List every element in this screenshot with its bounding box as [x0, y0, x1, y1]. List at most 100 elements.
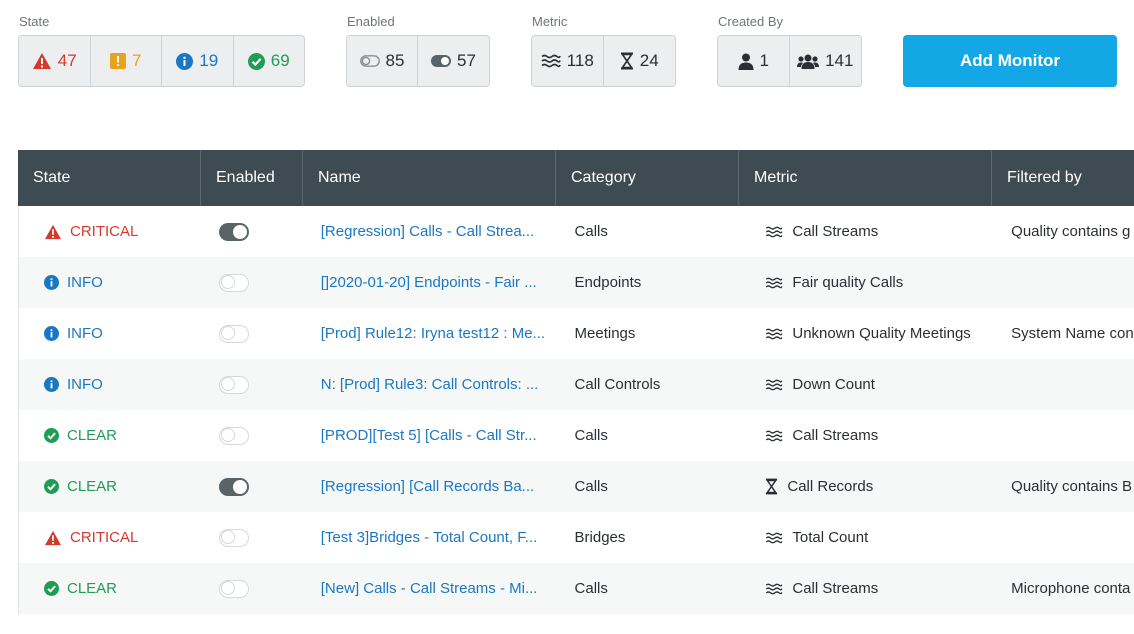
user-icon — [738, 53, 754, 70]
state-label: CLEAR — [67, 580, 118, 597]
enabled-toggle[interactable] — [218, 528, 249, 547]
enabled-toggle[interactable] — [218, 222, 249, 241]
metric-cell: Call Records — [739, 461, 992, 512]
enabled-filter-title: Enabled — [347, 14, 395, 29]
metric-cell: Unknown Quality Meetings — [739, 308, 992, 359]
column-header-state[interactable]: State — [18, 150, 201, 206]
toggle-knob — [220, 581, 235, 595]
monitor-name-link[interactable]: [Regression] Calls - Call Strea... — [321, 223, 534, 240]
name-cell: []2020-01-20] Endpoints - Fair ... — [304, 257, 557, 308]
monitor-name-link[interactable]: [Test 3]Bridges - Total Count, F... — [321, 529, 538, 546]
add-monitor-button[interactable]: Add Monitor — [903, 35, 1117, 87]
table-row[interactable]: CLEAR [Regression] [Call Records Ba... Cal… — [18, 461, 1134, 512]
enabled-cell — [202, 410, 304, 461]
enabled-cell — [202, 206, 304, 257]
name-cell: [Regression] [Call Records Ba... — [304, 461, 557, 512]
waves-icon — [765, 532, 783, 544]
metric-filter-group: Metric 118 24 — [531, 13, 676, 87]
column-header-filtered-by[interactable]: Filtered by — [992, 150, 1134, 206]
column-header-category[interactable]: Category — [556, 150, 739, 206]
created-by-filter-group: Created By 1 141 — [717, 13, 862, 87]
toggle-knob — [220, 428, 235, 442]
info-circle-icon — [44, 326, 59, 341]
category-cell: Bridges — [574, 529, 626, 546]
created-by-filter-all[interactable]: 141 — [790, 36, 862, 86]
enabled-toggle[interactable] — [218, 426, 249, 445]
enabled-toggle[interactable] — [218, 324, 249, 343]
toggle-knob — [220, 275, 235, 289]
enabled-filter-off[interactable]: 85 — [347, 36, 418, 86]
name-cell: N: [Prod] Rule3: Call Controls: ... — [304, 359, 557, 410]
metric-label: Unknown Quality Meetings — [792, 325, 971, 342]
metric-filter-count[interactable]: 24 — [604, 36, 676, 86]
table-row[interactable]: CRITICAL [Regression] Calls - Call Strea.… — [18, 206, 1134, 257]
table-row[interactable]: CLEAR [PROD][Test 5] [Calls - Call Str...… — [18, 410, 1134, 461]
table-row[interactable]: INFO N: [Prod] Rule3: Call Controls: ... C… — [18, 359, 1134, 410]
table-header: State Enabled Name Category Metric Filte… — [18, 150, 1134, 206]
toggle-off-icon — [359, 55, 380, 67]
category-cell: Call Controls — [574, 376, 661, 393]
toggle-knob — [232, 479, 247, 494]
metric-cell: Total Count — [739, 512, 992, 563]
column-header-enabled[interactable]: Enabled — [201, 150, 303, 206]
waves-icon — [765, 226, 783, 238]
warning-triangle-icon — [44, 530, 62, 546]
table-row[interactable]: INFO [Prod] Rule12: Iryna test12 : Me... M… — [18, 308, 1134, 359]
enabled-cell — [202, 257, 304, 308]
state-cell: CLEAR — [19, 410, 202, 461]
monitor-name-link[interactable]: [Prod] Rule12: Iryna test12 : Me... — [321, 325, 545, 342]
metric-filter-count-count: 24 — [639, 51, 659, 70]
filtered-by-cell: System Name con — [1011, 325, 1134, 342]
monitor-name-link[interactable]: []2020-01-20] Endpoints - Fair ... — [321, 274, 537, 291]
state-filter-clear[interactable]: 69 — [234, 36, 305, 86]
table-row[interactable]: INFO []2020-01-20] Endpoints - Fair ... En… — [18, 257, 1134, 308]
monitor-name-link[interactable]: [Regression] [Call Records Ba... — [321, 478, 534, 495]
filtered-by-cell — [992, 512, 1134, 563]
check-circle-icon — [44, 581, 59, 596]
name-cell: [New] Calls - Call Streams - Mi... — [304, 563, 557, 614]
state-cell: CLEAR — [19, 563, 202, 614]
monitor-name-link[interactable]: [PROD][Test 5] [Calls - Call Str... — [321, 427, 537, 444]
enabled-toggle[interactable] — [218, 579, 249, 598]
state-filter-critical[interactable]: 47 — [19, 36, 91, 86]
category-cell: Calls — [574, 223, 608, 240]
state-filter-warning[interactable]: 7 — [91, 36, 162, 86]
metric-filter-stream-count: 118 — [566, 51, 594, 70]
enabled-toggle[interactable] — [218, 375, 249, 394]
metric-filter-stream[interactable]: 118 — [532, 36, 604, 86]
enabled-filter-on[interactable]: 57 — [418, 36, 489, 86]
filtered-by-cell: Quality contains g — [1011, 223, 1131, 240]
created-by-filter-me[interactable]: 1 — [718, 36, 790, 86]
state-filter-info[interactable]: 19 — [162, 36, 234, 86]
metric-label: Call Streams — [792, 427, 879, 444]
state-label: INFO — [67, 376, 103, 393]
column-header-metric[interactable]: Metric — [739, 150, 992, 206]
state-label: INFO — [67, 274, 103, 291]
info-circle-icon — [176, 52, 194, 70]
category-cell: Endpoints — [574, 274, 642, 291]
state-cell: INFO — [19, 308, 202, 359]
monitor-name-link[interactable]: N: [Prod] Rule3: Call Controls: ... — [321, 376, 539, 393]
filtered-by-cell — [992, 359, 1134, 410]
toggle-knob — [232, 224, 247, 239]
info-circle-icon — [44, 377, 59, 392]
enabled-filter-group: Enabled 85 57 — [346, 13, 490, 87]
enabled-toggle[interactable] — [218, 273, 249, 292]
metric-label: Call Streams — [792, 223, 879, 240]
name-cell: [Regression] Calls - Call Strea... — [304, 206, 557, 257]
metric-label: Total Count — [792, 529, 869, 546]
column-header-name[interactable]: Name — [303, 150, 556, 206]
monitor-name-link[interactable]: [New] Calls - Call Streams - Mi... — [321, 580, 538, 597]
state-filter-info-count: 19 — [199, 51, 219, 70]
enabled-cell — [202, 512, 304, 563]
enabled-cell — [202, 308, 304, 359]
waves-icon — [765, 277, 783, 289]
warning-triangle-icon — [44, 224, 62, 240]
category-cell: Calls — [574, 478, 608, 495]
table-row[interactable]: CLEAR [New] Calls - Call Streams - Mi... C… — [18, 563, 1134, 614]
enabled-toggle[interactable] — [218, 477, 249, 496]
filtered-by-cell — [992, 257, 1134, 308]
enabled-cell — [202, 563, 304, 614]
table-row[interactable]: CRITICAL [Test 3]Bridges - Total Count, F… — [18, 512, 1134, 563]
filtered-by-cell — [992, 410, 1134, 461]
